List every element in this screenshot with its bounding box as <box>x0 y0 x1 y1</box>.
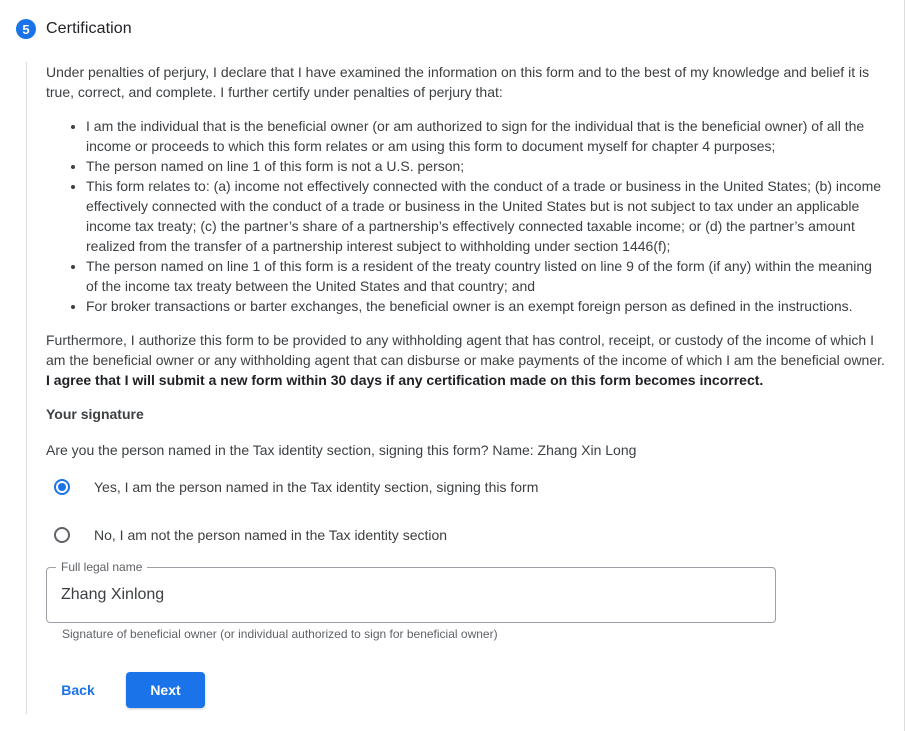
full-legal-name-helper: Signature of beneficial owner (or indivi… <box>62 627 498 641</box>
page-edge-divider <box>904 0 905 731</box>
certification-item: The person named on line 1 of this form … <box>86 156 886 176</box>
next-button[interactable]: Next <box>126 672 205 708</box>
authorization-text: Furthermore, I authorize this form to be… <box>46 332 885 368</box>
step-header: 5 Certification <box>16 18 132 40</box>
full-legal-name-input[interactable] <box>61 583 761 607</box>
signer-question: Are you the person named in the Tax iden… <box>46 442 637 458</box>
certification-intro: Under penalties of perjury, I declare th… <box>46 64 870 100</box>
radio-option-no[interactable]: No, I am not the person named in the Tax… <box>52 523 447 547</box>
radio-no-label[interactable]: No, I am not the person named in the Tax… <box>94 527 447 543</box>
radio-no-wrapper <box>52 525 72 545</box>
certification-item: The person named on line 1 of this form … <box>86 256 886 296</box>
radio-yes-label[interactable]: Yes, I am the person named in the Tax id… <box>94 479 538 495</box>
certification-item: For broker transactions or barter exchan… <box>86 296 886 316</box>
authorization-agreement: I agree that I will submit a new form wi… <box>46 372 764 388</box>
certification-item: I am the individual that is the benefici… <box>86 116 886 156</box>
certification-list: I am the individual that is the benefici… <box>46 116 886 316</box>
certification-item: This form relates to: (a) income not eff… <box>86 176 886 256</box>
step-content-divider <box>26 62 27 714</box>
step-title: Certification <box>46 20 132 37</box>
full-legal-name-label: Full legal name <box>56 559 148 575</box>
back-button[interactable]: Back <box>50 672 106 708</box>
authorization-paragraph: Furthermore, I authorize this form to be… <box>46 330 886 390</box>
radio-yes-wrapper <box>52 477 72 497</box>
step-number-badge: 5 <box>16 19 36 39</box>
radio-no-button[interactable] <box>54 527 70 543</box>
certification-text: Under penalties of perjury, I declare th… <box>46 62 886 390</box>
radio-yes-button[interactable] <box>54 479 70 495</box>
signature-heading: Your signature <box>46 406 144 422</box>
radio-option-yes[interactable]: Yes, I am the person named in the Tax id… <box>52 475 538 499</box>
